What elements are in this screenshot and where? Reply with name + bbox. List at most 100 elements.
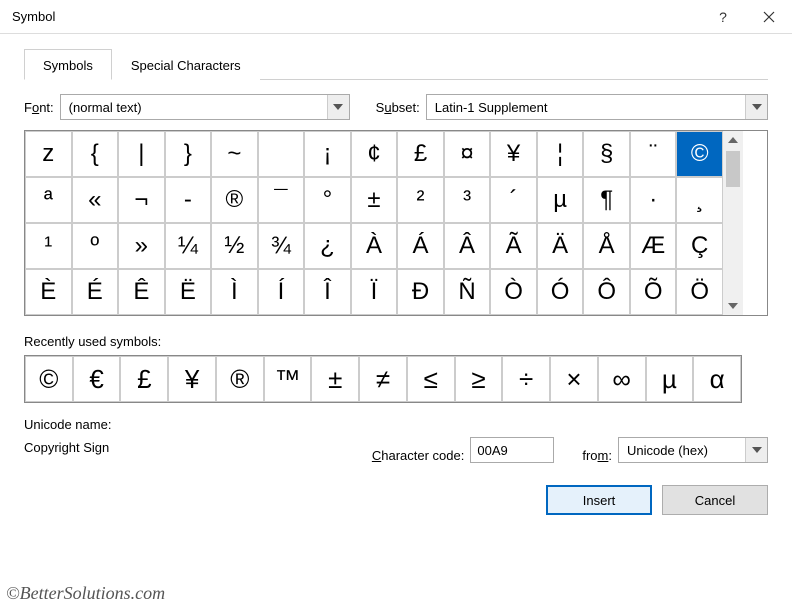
symbol-cell[interactable]: ¬ <box>118 177 165 223</box>
scroll-up-icon[interactable] <box>723 131 743 149</box>
symbol-cell[interactable]: À <box>351 223 398 269</box>
symbol-cell[interactable]: { <box>72 131 119 177</box>
scroll-thumb[interactable] <box>726 151 740 187</box>
unicode-name-block: Unicode name: Copyright Sign <box>24 417 366 463</box>
symbol-cell[interactable]: Ò <box>490 269 537 315</box>
symbol-cell[interactable]: Å <box>583 223 630 269</box>
symbol-cell[interactable]: ° <box>304 177 351 223</box>
symbol-cell[interactable]: § <box>583 131 630 177</box>
dialog-title: Symbol <box>12 9 700 24</box>
symbol-cell[interactable]: Ì <box>211 269 258 315</box>
symbol-cell[interactable]: © <box>676 131 723 177</box>
symbol-cell[interactable]: Ó <box>537 269 584 315</box>
symbol-cell[interactable]: · <box>630 177 677 223</box>
symbol-cell[interactable]: » <box>118 223 165 269</box>
symbol-cell[interactable]: ¯ <box>258 177 305 223</box>
recent-symbol-cell[interactable]: £ <box>120 356 168 402</box>
subset-label: Subset: <box>376 100 420 115</box>
recent-symbols-grid: ©€£¥®™±≠≤≥÷×∞µα <box>24 355 742 403</box>
symbol-cell[interactable]: È <box>25 269 72 315</box>
recent-symbol-cell[interactable]: ≠ <box>359 356 407 402</box>
symbol-cell[interactable]: Ö <box>676 269 723 315</box>
chevron-down-icon <box>745 438 767 462</box>
symbol-cell[interactable]: « <box>72 177 119 223</box>
grid-scrollbar[interactable] <box>723 131 743 315</box>
symbol-cell[interactable]: } <box>165 131 212 177</box>
charcode-input[interactable] <box>470 437 554 463</box>
symbol-cell[interactable]: ½ <box>211 223 258 269</box>
symbol-cell[interactable]: Ô <box>583 269 630 315</box>
recent-symbol-cell[interactable]: ÷ <box>502 356 550 402</box>
symbol-cell[interactable]: ¦ <box>537 131 584 177</box>
symbol-grid-container: z{|}~ ¡¢£¤¥¦§¨© ª«¬-®¯°±²³´µ¶·¸ ¹º»¼½¾¿ÀÁÂÃ… <box>24 130 768 316</box>
recent-symbol-cell[interactable]: ® <box>216 356 264 402</box>
symbol-cell[interactable]: ¢ <box>351 131 398 177</box>
symbol-cell[interactable]: Ä <box>537 223 584 269</box>
symbol-grid: z{|}~ ¡¢£¤¥¦§¨© ª«¬-®¯°±²³´µ¶·¸ ¹º»¼½¾¿ÀÁÂÃ… <box>25 131 723 315</box>
symbol-cell[interactable]: ¿ <box>304 223 351 269</box>
symbol-cell[interactable]: | <box>118 131 165 177</box>
symbol-cell[interactable]: ¥ <box>490 131 537 177</box>
symbol-cell[interactable]: Ê <box>118 269 165 315</box>
symbol-cell[interactable]: Æ <box>630 223 677 269</box>
cancel-button[interactable]: Cancel <box>662 485 768 515</box>
symbol-cell[interactable]: µ <box>537 177 584 223</box>
recent-symbol-cell[interactable]: α <box>693 356 741 402</box>
recent-symbol-cell[interactable]: ≥ <box>455 356 503 402</box>
help-button[interactable]: ? <box>700 0 746 34</box>
recent-symbol-cell[interactable]: © <box>25 356 73 402</box>
charcode-label: Character code: <box>372 448 465 463</box>
scroll-down-icon[interactable] <box>723 297 743 315</box>
symbol-cell[interactable]: ® <box>211 177 258 223</box>
recent-symbol-cell[interactable]: € <box>73 356 121 402</box>
symbol-cell[interactable]: - <box>165 177 212 223</box>
symbol-cell[interactable]: ¶ <box>583 177 630 223</box>
symbol-cell[interactable]: ¤ <box>444 131 491 177</box>
recent-symbol-cell[interactable]: ™ <box>264 356 312 402</box>
symbol-cell[interactable]: Í <box>258 269 305 315</box>
recent-symbol-cell[interactable]: ≤ <box>407 356 455 402</box>
tab-special-characters[interactable]: Special Characters <box>112 49 260 80</box>
symbol-cell[interactable] <box>258 131 305 177</box>
symbol-cell[interactable]: Õ <box>630 269 677 315</box>
tab-symbols[interactable]: Symbols <box>24 49 112 80</box>
symbol-cell[interactable]: É <box>72 269 119 315</box>
symbol-cell[interactable]: ¸ <box>676 177 723 223</box>
insert-button[interactable]: Insert <box>546 485 652 515</box>
symbol-cell[interactable]: ¼ <box>165 223 212 269</box>
symbol-cell[interactable]: Ã <box>490 223 537 269</box>
symbol-cell[interactable]: º <box>72 223 119 269</box>
recent-label: Recently used symbols: <box>24 334 768 349</box>
subset-combo[interactable]: Latin-1 Supplement <box>426 94 768 120</box>
chevron-down-icon <box>745 95 767 119</box>
symbol-cell[interactable]: ¾ <box>258 223 305 269</box>
recent-symbol-cell[interactable]: µ <box>646 356 694 402</box>
recent-symbol-cell[interactable]: ± <box>311 356 359 402</box>
symbol-cell[interactable]: Ç <box>676 223 723 269</box>
symbol-cell[interactable]: ´ <box>490 177 537 223</box>
symbol-cell[interactable]: ± <box>351 177 398 223</box>
symbol-cell[interactable]: ¡ <box>304 131 351 177</box>
symbol-cell[interactable]: Ï <box>351 269 398 315</box>
font-combo[interactable]: (normal text) <box>60 94 350 120</box>
symbol-cell[interactable]: ¹ <box>25 223 72 269</box>
symbol-cell[interactable]: z <box>25 131 72 177</box>
symbol-cell[interactable]: ¨ <box>630 131 677 177</box>
symbol-cell[interactable]: ª <box>25 177 72 223</box>
recent-symbol-cell[interactable]: × <box>550 356 598 402</box>
from-combo[interactable]: Unicode (hex) <box>618 437 768 463</box>
symbol-cell[interactable]: Ð <box>397 269 444 315</box>
symbol-cell[interactable]: Ñ <box>444 269 491 315</box>
titlebar: Symbol ? <box>0 0 792 34</box>
symbol-cell[interactable]: ³ <box>444 177 491 223</box>
symbol-cell[interactable]: Á <box>397 223 444 269</box>
symbol-cell[interactable]: Â <box>444 223 491 269</box>
symbol-cell[interactable]: Ë <box>165 269 212 315</box>
symbol-cell[interactable]: ~ <box>211 131 258 177</box>
recent-symbol-cell[interactable]: ∞ <box>598 356 646 402</box>
symbol-cell[interactable]: £ <box>397 131 444 177</box>
close-button[interactable] <box>746 0 792 34</box>
symbol-cell[interactable]: ² <box>397 177 444 223</box>
recent-symbol-cell[interactable]: ¥ <box>168 356 216 402</box>
symbol-cell[interactable]: Î <box>304 269 351 315</box>
